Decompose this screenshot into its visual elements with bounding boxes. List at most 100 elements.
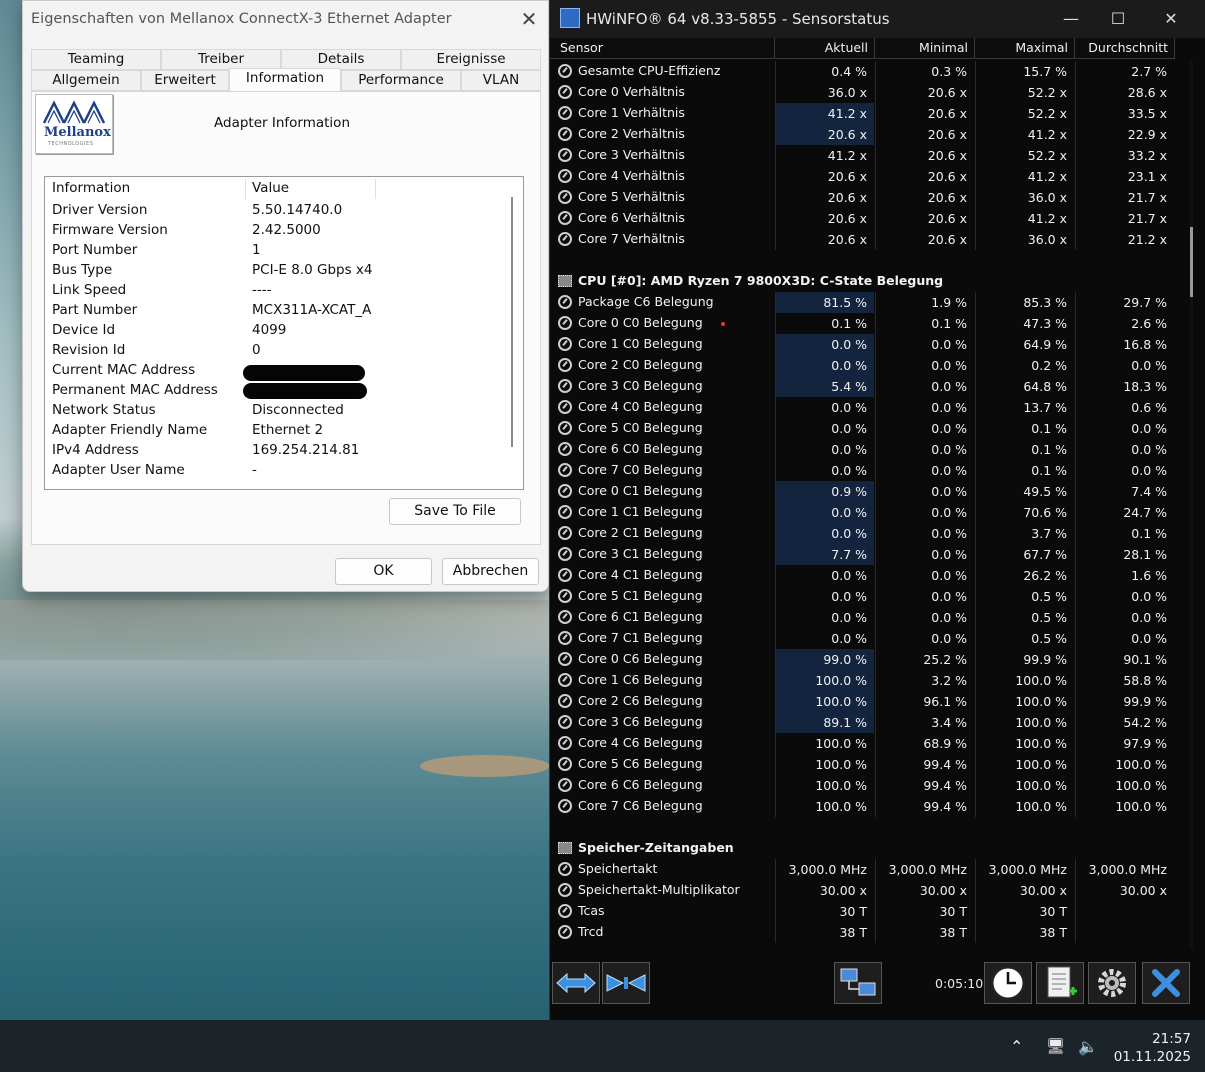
sensor-row[interactable]: Core 4 C0 Belegung 0.0 % 0.0 % 13.7 % 0.6 % — [550, 397, 1174, 418]
tab-performance[interactable]: Performance — [341, 70, 461, 91]
sensor-row[interactable]: Core 2 C6 Belegung 100.0 % 96.1 % 100.0 % 99… — [550, 691, 1174, 712]
list-scrollbar[interactable] — [511, 197, 513, 447]
sensor-row[interactable]: Core 4 C6 Belegung 100.0 % 68.9 % 100.0 % 97… — [550, 733, 1174, 754]
value-maximum: 49.5 % — [975, 481, 1074, 502]
log-file-button[interactable] — [1036, 962, 1084, 1004]
sensor-group-header[interactable]: Speicher-Zeitangaben — [550, 838, 1174, 859]
list-item[interactable]: Device Id 4099 — [52, 322, 492, 342]
network-icon[interactable]: 🖥 — [1046, 1037, 1065, 1055]
sensor-row[interactable]: Speichertakt 3,000.0 MHz 3,000.0 MHz 3,000.… — [550, 859, 1174, 880]
sensor-row[interactable]: Core 1 Verhältnis 41.2 x 20.6 x 52.2 x 33.5 … — [550, 103, 1174, 124]
sensor-row[interactable]: Core 7 C6 Belegung 100.0 % 99.4 % 100.0 % 10… — [550, 796, 1174, 817]
sensor-row[interactable]: Core 5 Verhältnis 20.6 x 20.6 x 36.0 x 21.7 … — [550, 187, 1174, 208]
list-header-value[interactable]: Value — [252, 180, 289, 196]
sensor-scrollbar-thumb[interactable] — [1190, 227, 1193, 297]
sensor-row[interactable]: Speichertakt-Multiplikator 30.00 x 30.00 x… — [550, 880, 1174, 901]
sensor-row[interactable]: Core 3 Verhältnis 41.2 x 20.6 x 52.2 x 33.2 … — [550, 145, 1174, 166]
sensor-row[interactable]: Core 2 C0 Belegung 0.0 % 0.0 % 0.2 % 0.0 % — [550, 355, 1174, 376]
sensor-row[interactable]: Core 0 C1 Belegung 0.9 % 0.0 % 49.5 % 7.4 % — [550, 481, 1174, 502]
sensor-group-header[interactable]: CPU [#0]: AMD Ryzen 7 9800X3D: C-State B… — [550, 271, 1174, 292]
sensor-row[interactable]: Core 4 Verhältnis 20.6 x 20.6 x 41.2 x 23.1 … — [550, 166, 1174, 187]
save-to-file-button[interactable]: Save To File — [389, 498, 521, 525]
sensor-row[interactable]: Core 5 C0 Belegung 0.0 % 0.0 % 0.1 % 0.0 % — [550, 418, 1174, 439]
sensor-row[interactable]: Core 3 C6 Belegung 89.1 % 3.4 % 100.0 % 54.2… — [550, 712, 1174, 733]
close-icon[interactable]: ✕ — [1158, 8, 1184, 30]
list-item[interactable]: Driver Version 5.50.14740.0 — [52, 202, 492, 222]
list-item[interactable]: Revision Id 0 — [52, 342, 492, 362]
maximize-icon[interactable]: ☐ — [1105, 8, 1131, 30]
list-item[interactable]: Adapter Friendly Name Ethernet 2 — [52, 422, 492, 442]
sensor-table[interactable]: Gesamte CPU-Effizienz 0.4 % 0.3 % 15.7 % 2.7… — [550, 61, 1174, 949]
list-item[interactable]: Network Status Disconnected — [52, 402, 492, 422]
list-item[interactable]: Port Number 1 — [52, 242, 492, 262]
tab-details[interactable]: Details — [281, 49, 401, 70]
sensor-row[interactable]: Core 5 C6 Belegung 100.0 % 99.4 % 100.0 % 10… — [550, 754, 1174, 775]
minimize-icon[interactable]: — — [1058, 8, 1084, 30]
header-divider[interactable] — [375, 179, 376, 199]
tab-allgemein[interactable]: Allgemein — [31, 70, 141, 91]
reset-clock-button[interactable] — [984, 962, 1032, 1004]
list-item[interactable]: Part Number MCX311A-XCAT_A — [52, 302, 492, 322]
list-item[interactable]: Adapter User Name - — [52, 462, 492, 482]
column-header-maximal[interactable]: Maximal — [975, 38, 1075, 59]
chevron-up-icon[interactable]: ⌃ — [1010, 1037, 1023, 1056]
value-current: 0.4 % — [775, 61, 874, 82]
sensor-row[interactable]: Tcas 30 T 30 T 30 T — [550, 901, 1174, 922]
taskbar-clock[interactable]: 21:57 01.11.2025 — [1114, 1030, 1191, 1066]
volume-icon[interactable]: 🔈 — [1078, 1037, 1098, 1056]
close-icon[interactable]: ✕ — [517, 7, 541, 31]
column-header-sensor[interactable]: Sensor — [550, 38, 775, 59]
tab-erweitert[interactable]: Erweitert — [141, 70, 229, 91]
ok-button[interactable]: OK — [335, 558, 432, 585]
list-header-information[interactable]: Information — [52, 180, 130, 196]
sensor-row[interactable]: Core 4 C1 Belegung 0.0 % 0.0 % 26.2 % 1.6 % — [550, 565, 1174, 586]
sensor-scrollbar-track[interactable] — [1190, 61, 1193, 949]
value-minimum: 20.6 x — [875, 124, 974, 145]
sensor-row[interactable]: Core 7 C0 Belegung 0.0 % 0.0 % 0.1 % 0.0 % — [550, 460, 1174, 481]
sensor-row[interactable]: Gesamte CPU-Effizienz 0.4 % 0.3 % 15.7 % 2.7… — [550, 61, 1174, 82]
header-divider[interactable] — [245, 179, 246, 199]
collapse-arrows-button[interactable] — [602, 962, 650, 1004]
sensor-row[interactable]: Core 1 C1 Belegung 0.0 % 0.0 % 70.6 % 24.7 % — [550, 502, 1174, 523]
list-item[interactable]: Bus Type PCI-E 8.0 Gbps x4 — [52, 262, 492, 282]
tab-vlan[interactable]: VLAN — [461, 70, 541, 91]
sensor-row[interactable]: Core 0 C0 Belegung 0.1 % 0.1 % 47.3 % 2.6 % — [550, 313, 1174, 334]
sensor-row[interactable]: Core 0 Verhältnis 36.0 x 20.6 x 52.2 x 28.6 … — [550, 82, 1174, 103]
sensor-row[interactable]: Core 6 Verhältnis 20.6 x 20.6 x 41.2 x 21.7 … — [550, 208, 1174, 229]
column-header-aktuell[interactable]: Aktuell — [775, 38, 875, 59]
list-item[interactable]: IPv4 Address 169.254.214.81 — [52, 442, 492, 462]
gauge-icon — [558, 904, 572, 918]
sensor-row[interactable]: Core 6 C6 Belegung 100.0 % 99.4 % 100.0 % 10… — [550, 775, 1174, 796]
close-sensors-button[interactable] — [1142, 962, 1190, 1004]
value-current: 38 T — [775, 922, 874, 943]
list-item[interactable]: Link Speed ---- — [52, 282, 492, 302]
list-item[interactable]: Firmware Version 2.42.5000 — [52, 222, 492, 242]
sensor-row[interactable]: Core 6 C1 Belegung 0.0 % 0.0 % 0.5 % 0.0 % — [550, 607, 1174, 628]
tab-ereignisse[interactable]: Ereignisse — [401, 49, 541, 70]
sensor-row[interactable]: Core 0 C6 Belegung 99.0 % 25.2 % 99.9 % 90.1… — [550, 649, 1174, 670]
sensor-row[interactable]: Core 3 C0 Belegung 5.4 % 0.0 % 64.8 % 18.3 % — [550, 376, 1174, 397]
column-header-durchschnitt[interactable]: Durchschnitt — [1075, 38, 1175, 59]
sensor-row[interactable]: Core 7 C1 Belegung 0.0 % 0.0 % 0.5 % 0.0 % — [550, 628, 1174, 649]
sensor-row[interactable]: Core 7 Verhältnis 20.6 x 20.6 x 36.0 x 21.2 … — [550, 229, 1174, 250]
adapter-info-list[interactable]: Information Value Driver Version 5.50.147… — [44, 176, 524, 490]
sensor-row[interactable]: Core 2 Verhältnis 20.6 x 20.6 x 41.2 x 22.9 … — [550, 124, 1174, 145]
sensor-row[interactable]: Core 5 C1 Belegung 0.0 % 0.0 % 0.5 % 0.0 % — [550, 586, 1174, 607]
tab-treiber[interactable]: Treiber — [161, 49, 281, 70]
value-maximum: 67.7 % — [975, 544, 1074, 565]
expand-arrows-button[interactable] — [552, 962, 600, 1004]
sensor-row[interactable]: Core 1 C6 Belegung 100.0 % 3.2 % 100.0 % 58.… — [550, 670, 1174, 691]
settings-button[interactable] — [1088, 962, 1136, 1004]
network-sensor-button[interactable] — [834, 962, 882, 1004]
sensor-row[interactable]: Core 1 C0 Belegung 0.0 % 0.0 % 64.9 % 16.8 % — [550, 334, 1174, 355]
sensor-row[interactable]: Core 3 C1 Belegung 7.7 % 0.0 % 67.7 % 28.1 % — [550, 544, 1174, 565]
sensor-row[interactable]: Trcd 38 T 38 T 38 T — [550, 922, 1174, 943]
tab-teaming[interactable]: Teaming — [31, 49, 161, 70]
sensor-row[interactable]: Core 2 C1 Belegung 0.0 % 0.0 % 3.7 % 0.1 % — [550, 523, 1174, 544]
cancel-button[interactable]: Abbrechen — [442, 558, 539, 585]
hwinfo-titlebar[interactable]: HWiNFO® 64 v8.33-5855 - Sensorstatus — ☐… — [550, 0, 1205, 38]
column-header-minimal[interactable]: Minimal — [875, 38, 975, 59]
tab-information[interactable]: Information — [229, 68, 341, 92]
sensor-row[interactable]: Package C6 Belegung 81.5 % 1.9 % 85.3 % 29.7… — [550, 292, 1174, 313]
sensor-row[interactable]: Core 6 C0 Belegung 0.0 % 0.0 % 0.1 % 0.0 % — [550, 439, 1174, 460]
